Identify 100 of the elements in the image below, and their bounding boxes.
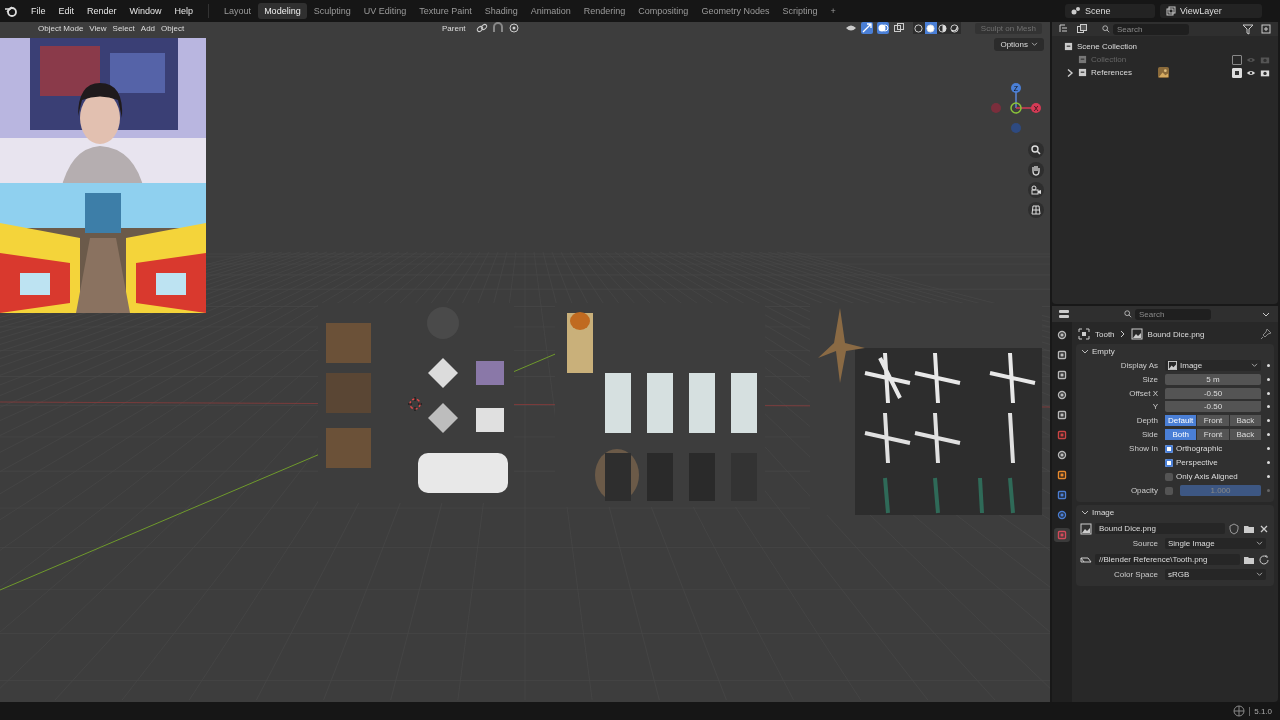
add-workspace-button[interactable]: + [824, 3, 842, 19]
checkbox[interactable] [1165, 458, 1173, 467]
menu-item[interactable]: File [25, 4, 52, 18]
overlay-toggle-icon[interactable] [876, 22, 889, 34]
segment-button[interactable]: Front [1197, 429, 1229, 440]
search-field[interactable]: Search [1113, 23, 1189, 35]
field-label: Y [1151, 402, 1159, 411]
pivot-dropdown[interactable]: Parent [442, 23, 466, 33]
filter-view-icon[interactable] [1076, 23, 1088, 35]
segment-button[interactable]: Back [1229, 429, 1261, 440]
field-label: Offset X [1128, 389, 1159, 398]
camera-icon[interactable] [1028, 182, 1044, 198]
breadcrumb-item: Tooth [1095, 329, 1115, 339]
menu-item[interactable]: Window [123, 4, 168, 18]
workspace-tab[interactable]: Sculpting [307, 3, 357, 19]
shading-icon [950, 23, 960, 33]
workspace-tab[interactable]: UV Editing [357, 3, 413, 19]
offset-x-field[interactable]: -0.50 [1165, 388, 1261, 399]
shield-icon[interactable] [1228, 522, 1240, 535]
collection-icon [1064, 42, 1073, 51]
panel-header[interactable]: Image [1076, 505, 1274, 520]
chevron-icon [1119, 330, 1126, 338]
workspace-tab[interactable]: Shading [478, 3, 524, 19]
view-layer-selector[interactable]: ViewLayer [1160, 4, 1262, 18]
file-path-field[interactable]: //Blender Reference\Tooth.png [1095, 554, 1240, 565]
search-field[interactable]: Search [1135, 308, 1211, 320]
menu-item[interactable]: Edit [52, 4, 81, 18]
collection-icon [1078, 68, 1087, 77]
grid-view-icon[interactable] [1028, 202, 1044, 218]
menu-item[interactable]: Render [81, 4, 123, 18]
panel-header[interactable]: Empty [1076, 344, 1274, 359]
gizmo-toggle-icon[interactable] [860, 22, 873, 34]
menu-item[interactable]: Help [168, 4, 200, 18]
workspace-tab[interactable]: Animation [524, 3, 577, 19]
field-label: Show In [1129, 444, 1158, 453]
workspace-tab[interactable]: Layout [218, 3, 258, 19]
workspace-tab[interactable]: Compositing [632, 3, 695, 19]
checkbox-label[interactable]: Orthographic [1176, 444, 1223, 453]
segment-button[interactable]: Default [1165, 415, 1197, 426]
size-field[interactable]: 5 m [1165, 374, 1261, 385]
network-icon [1233, 705, 1246, 717]
new-collection-icon[interactable] [1260, 23, 1272, 35]
display-as-dropdown[interactable]: Image [1165, 360, 1261, 371]
field-label: Source [1131, 539, 1159, 548]
tree-item[interactable]: Scene Collection [1077, 42, 1138, 51]
image-browse-icon[interactable] [1080, 522, 1092, 535]
scene-selector[interactable]: Scene [1065, 4, 1155, 18]
segment-button[interactable]: Back [1229, 415, 1261, 426]
mode-dropdown[interactable]: Object Mode [38, 23, 84, 33]
color-space-dropdown[interactable]: sRGB [1165, 569, 1266, 580]
caret-icon [1256, 572, 1263, 577]
checkbox-label[interactable]: Only Axis Aligned [1176, 472, 1238, 481]
workspace-tab[interactable]: Geometry Nodes [695, 3, 776, 19]
checkbox[interactable] [1165, 444, 1173, 453]
display-mode-icon[interactable] [1058, 23, 1070, 35]
editor-type-icon[interactable] [1058, 308, 1070, 320]
caret-icon [1031, 42, 1038, 47]
image-icon [1157, 67, 1169, 78]
menu-item[interactable]: Select [112, 23, 135, 33]
workspace-tab[interactable]: Texture Paint [413, 3, 478, 19]
link-icon[interactable] [475, 22, 488, 34]
3d-cursor-icon [408, 397, 422, 411]
source-dropdown[interactable]: Single Image [1165, 538, 1266, 549]
field-label: Opacity [1129, 486, 1159, 495]
menu-item[interactable]: Add [140, 23, 156, 33]
caret-icon [1256, 541, 1263, 546]
workspace-tab[interactable]: Modeling [258, 3, 307, 19]
menu-item[interactable]: Object [161, 23, 185, 33]
caret-icon [1251, 363, 1258, 368]
proportional-edit-icon[interactable] [507, 22, 520, 34]
chevron-icon [1081, 348, 1089, 355]
menu-item[interactable]: View [89, 23, 107, 33]
checkbox-label[interactable]: Perspective [1176, 458, 1218, 467]
options-dropdown[interactable]: Options [994, 38, 1044, 51]
segment-button[interactable]: Front [1197, 415, 1229, 426]
hand-icon[interactable] [1028, 162, 1044, 178]
shading-mode-button[interactable] [912, 22, 925, 34]
field-label: Size [1141, 375, 1159, 384]
search-icon [1124, 310, 1132, 318]
field-label: Side [1141, 430, 1159, 439]
xray-icon[interactable] [892, 22, 905, 34]
checkbox[interactable] [1165, 472, 1173, 481]
snap-icon[interactable] [491, 22, 504, 34]
blender-logo-icon[interactable] [4, 5, 18, 17]
offset-y-field[interactable]: -0.50 [1165, 401, 1261, 412]
zoom-icon[interactable] [1028, 142, 1044, 158]
include-checkbox[interactable] [1232, 54, 1242, 65]
workspace-tab[interactable]: Scripting [776, 3, 824, 19]
layers-icon [1166, 6, 1176, 16]
workspace-tab[interactable]: Rendering [577, 3, 632, 19]
pin-icon[interactable] [1260, 328, 1272, 340]
image-name-field[interactable]: Bound Dice.png [1095, 523, 1225, 534]
reload-icon[interactable] [1258, 553, 1270, 566]
field-label: Color Space [1112, 570, 1159, 579]
version-label: 5.1.0 [1249, 706, 1272, 716]
tree-item[interactable]: References [1091, 68, 1132, 77]
checkbox[interactable] [1165, 486, 1173, 495]
segment-button[interactable]: Both [1165, 429, 1197, 440]
filter-icon[interactable] [1242, 23, 1254, 35]
field-label: Depth [1135, 416, 1159, 425]
